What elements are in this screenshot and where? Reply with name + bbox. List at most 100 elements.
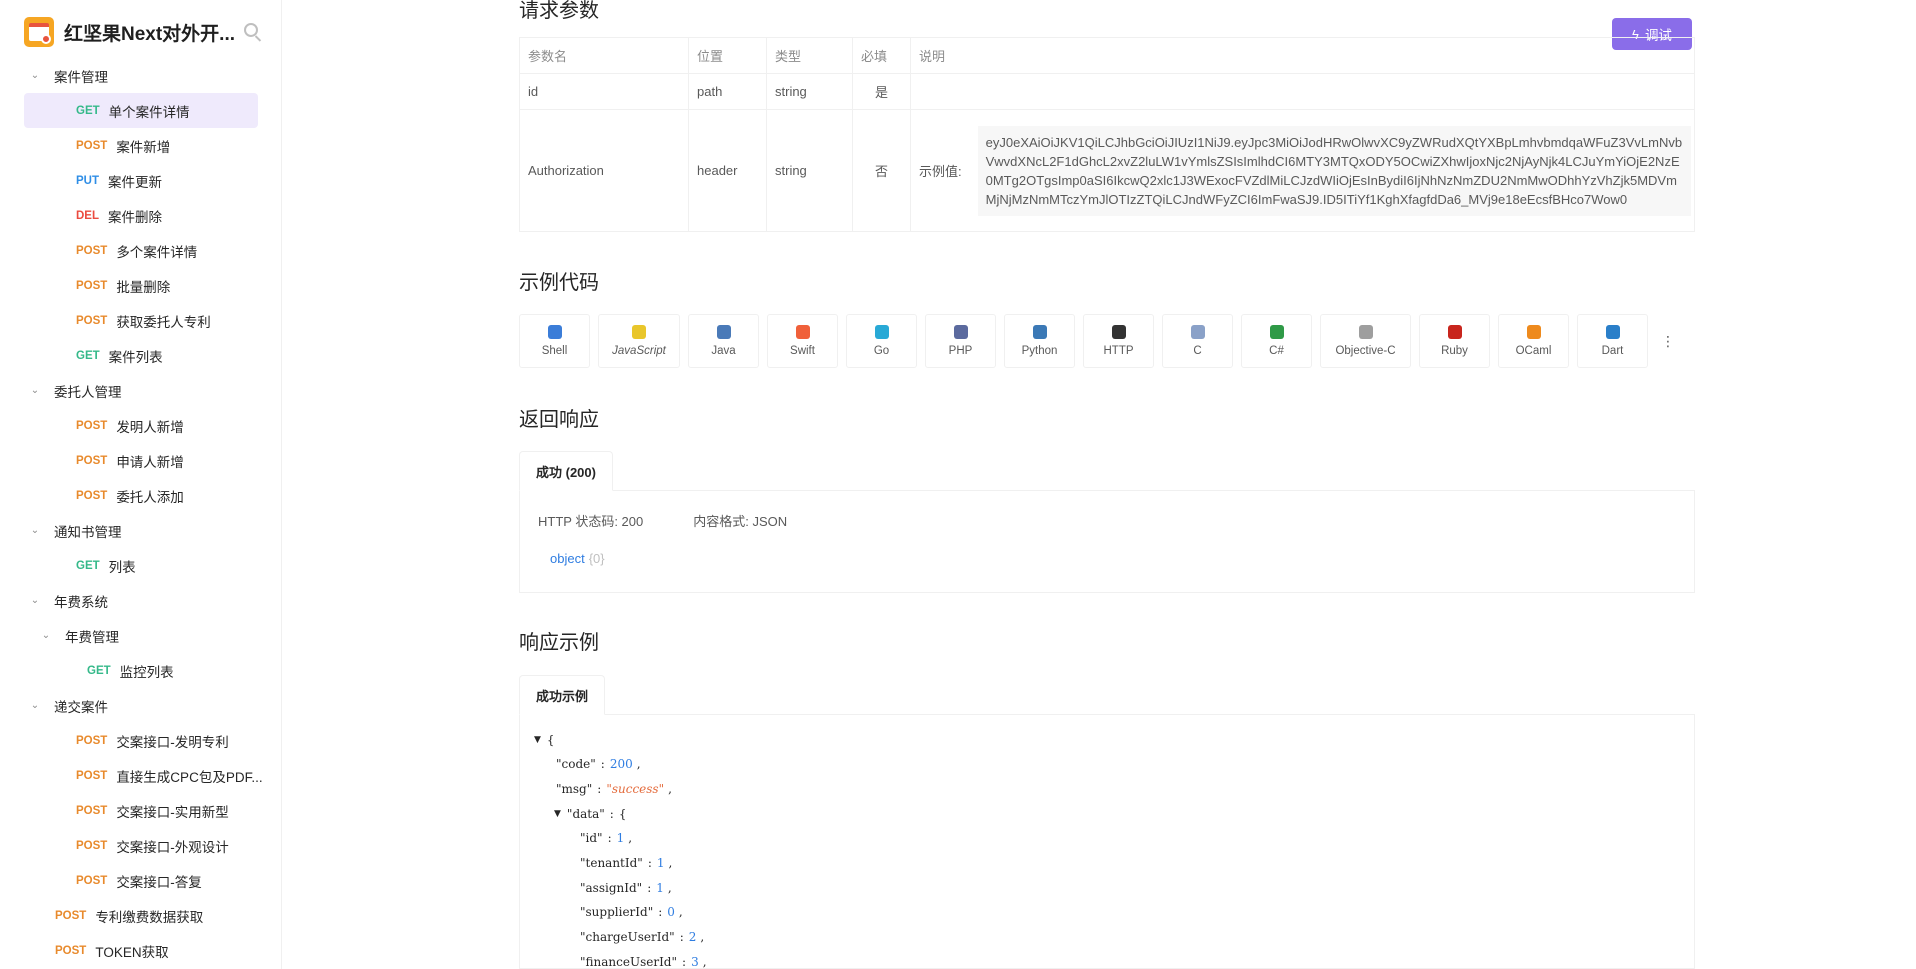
- chevron-down-icon[interactable]: ⌄: [41, 630, 51, 641]
- language-tab-php[interactable]: PHP: [925, 314, 996, 368]
- chevron-down-icon[interactable]: ⌄: [30, 385, 40, 396]
- api-tree: ⌄ 案件管理 GET 单个案件详情 POST 案件新增 PUT 案件更新 DEL 案件删除 POST…: [0, 58, 282, 968]
- http-method-badge: POST: [76, 244, 108, 257]
- language-tab-csharp[interactable]: C#: [1241, 314, 1312, 368]
- sidebar-folder[interactable]: ⌄ 通知书管理: [0, 513, 282, 548]
- shell-icon: [547, 325, 562, 339]
- sidebar-api-item[interactable]: POST TOKEN获取: [0, 933, 282, 968]
- json-colon: :: [682, 954, 687, 969]
- json-line: "tenantId":1,: [580, 851, 677, 876]
- language-tab-javascript[interactable]: JavaScript: [598, 314, 680, 368]
- sidebar-api-item[interactable]: GET 案件列表: [0, 338, 282, 373]
- project-name[interactable]: 红坚果Next对外开...: [64, 19, 234, 46]
- tab-success-example[interactable]: 成功示例: [519, 675, 606, 715]
- json-line: ▼ "data": {: [554, 801, 626, 826]
- sidebar-item-label: 直接生成CPC包及PDF...: [116, 769, 263, 785]
- collapse-triangle-icon[interactable]: ▼: [554, 809, 561, 819]
- header-type: 类型: [766, 37, 853, 74]
- example-value[interactable]: eyJ0eXAiOiJKV1QiLCJhbGciOiJIUzI1NiJ9.eyJ…: [977, 125, 1691, 216]
- sidebar-api-item[interactable]: POST 获取委托人专利: [0, 303, 282, 338]
- language-tab-c[interactable]: C: [1162, 314, 1233, 368]
- language-tab-python[interactable]: Python: [1004, 314, 1075, 368]
- sidebar-folder[interactable]: ⌄ 递交案件: [0, 688, 282, 723]
- language-tab-ocaml[interactable]: OCaml: [1498, 314, 1569, 368]
- sidebar-api-item[interactable]: POST 发明人新增: [0, 408, 282, 443]
- json-colon: :: [679, 930, 684, 945]
- sidebar-folder[interactable]: ⌄ 案件管理: [0, 58, 282, 93]
- json-line: "supplierId":0,: [580, 900, 688, 925]
- json-key: "supplierId": [580, 905, 654, 920]
- language-tab-shell[interactable]: Shell: [519, 314, 590, 368]
- json-colon: :: [658, 905, 663, 920]
- java-icon: [716, 325, 731, 339]
- more-icon[interactable]: ⋮: [1658, 314, 1678, 368]
- sidebar-api-item[interactable]: POST 案件新增: [0, 128, 282, 163]
- language-name: PHP: [948, 345, 973, 357]
- language-tab-http[interactable]: HTTP: [1083, 314, 1154, 368]
- sidebar-api-item[interactable]: GET 单个案件详情: [24, 93, 258, 128]
- param-name: id: [519, 73, 689, 110]
- sidebar-api-item[interactable]: POST 多个案件详情: [0, 233, 282, 268]
- language-tab-dart[interactable]: Dart: [1577, 314, 1648, 368]
- sidebar-api-item[interactable]: POST 专利缴费数据获取: [0, 898, 282, 933]
- request-params-title: 请求参数: [519, 0, 599, 22]
- json-colon: :: [600, 757, 605, 772]
- json-string: "success": [606, 781, 665, 796]
- http-method-badge: POST: [76, 139, 108, 152]
- sidebar-folder[interactable]: ⌄ 年费管理: [0, 618, 282, 653]
- language-tab-go[interactable]: Go: [846, 314, 917, 368]
- json-key: "data": [566, 806, 605, 821]
- json-brace: {: [546, 732, 555, 747]
- language-tab-ruby[interactable]: Ruby: [1419, 314, 1490, 368]
- sidebar-folder[interactable]: ⌄ 年费系统: [0, 583, 282, 618]
- sidebar-item-label: 委托人添加: [116, 489, 184, 505]
- content-type: 内容格式: JSON: [693, 514, 788, 529]
- dart-icon: [1605, 325, 1620, 339]
- response-example-title: 响应示例: [519, 632, 599, 654]
- sidebar-item-label: 案件新增: [116, 139, 171, 155]
- sidebar-item-label: 年费系统: [54, 594, 108, 610]
- sidebar-item-label: TOKEN获取: [95, 944, 169, 960]
- json-number: 2: [688, 930, 697, 945]
- sidebar-item-label: 申请人新增: [116, 454, 184, 470]
- json-key: "assignId": [580, 880, 643, 895]
- language-tab-swift[interactable]: Swift: [767, 314, 838, 368]
- sidebar-api-item[interactable]: POST 交案接口-实用新型: [0, 793, 282, 828]
- sidebar-api-item[interactable]: GET 监控列表: [0, 653, 282, 688]
- chevron-down-icon[interactable]: ⌄: [30, 595, 40, 606]
- json-number: 1: [616, 831, 625, 846]
- search-icon[interactable]: [242, 21, 264, 43]
- sidebar-api-item[interactable]: GET 列表: [0, 548, 282, 583]
- language-tab-java[interactable]: Java: [688, 314, 759, 368]
- tab-success-200[interactable]: 成功 (200): [519, 451, 613, 491]
- sidebar-api-item[interactable]: POST 批量删除: [0, 268, 282, 303]
- header-required: 必填: [852, 37, 911, 74]
- sidebar-api-item[interactable]: DEL 案件删除: [0, 198, 282, 233]
- json-colon: :: [647, 880, 652, 895]
- json-number: 1: [656, 880, 664, 895]
- language-name: Ruby: [1441, 345, 1468, 357]
- param-description: 示例值: eyJ0eXAiOiJKV1QiLCJhbGciOiJIUzI1NiJ…: [910, 109, 1695, 232]
- sidebar-api-item[interactable]: PUT 案件更新: [0, 163, 282, 198]
- sidebar-api-item[interactable]: POST 直接生成CPC包及PDF...: [0, 758, 282, 793]
- swift-icon: [795, 325, 810, 339]
- json-number: 3: [691, 954, 699, 969]
- sidebar-api-item[interactable]: POST 交案接口-发明专利: [0, 723, 282, 758]
- http-method-badge: POST: [55, 944, 87, 957]
- language-name: Python: [1021, 345, 1058, 357]
- chevron-down-icon[interactable]: ⌄: [30, 525, 40, 536]
- sidebar-api-item[interactable]: POST 交案接口-答复: [0, 863, 282, 898]
- sidebar-api-item[interactable]: POST 委托人添加: [0, 478, 282, 513]
- sidebar-api-item[interactable]: POST 交案接口-外观设计: [0, 828, 282, 863]
- collapse-triangle-icon[interactable]: ▼: [534, 735, 541, 745]
- language-tab-objective-c[interactable]: Objective-C: [1320, 314, 1411, 368]
- table-row: Authorization header string 否 示例值: eyJ0e…: [519, 109, 1695, 232]
- chevron-down-icon[interactable]: ⌄: [30, 700, 40, 711]
- sidebar-folder[interactable]: ⌄ 委托人管理: [0, 373, 282, 408]
- language-name: Swift: [790, 345, 815, 357]
- http-method-badge: POST: [76, 279, 108, 292]
- language-name: JavaScript: [612, 345, 666, 357]
- schema-object-label[interactable]: object: [550, 551, 585, 566]
- chevron-down-icon[interactable]: ⌄: [30, 70, 40, 81]
- sidebar-api-item[interactable]: POST 申请人新增: [0, 443, 282, 478]
